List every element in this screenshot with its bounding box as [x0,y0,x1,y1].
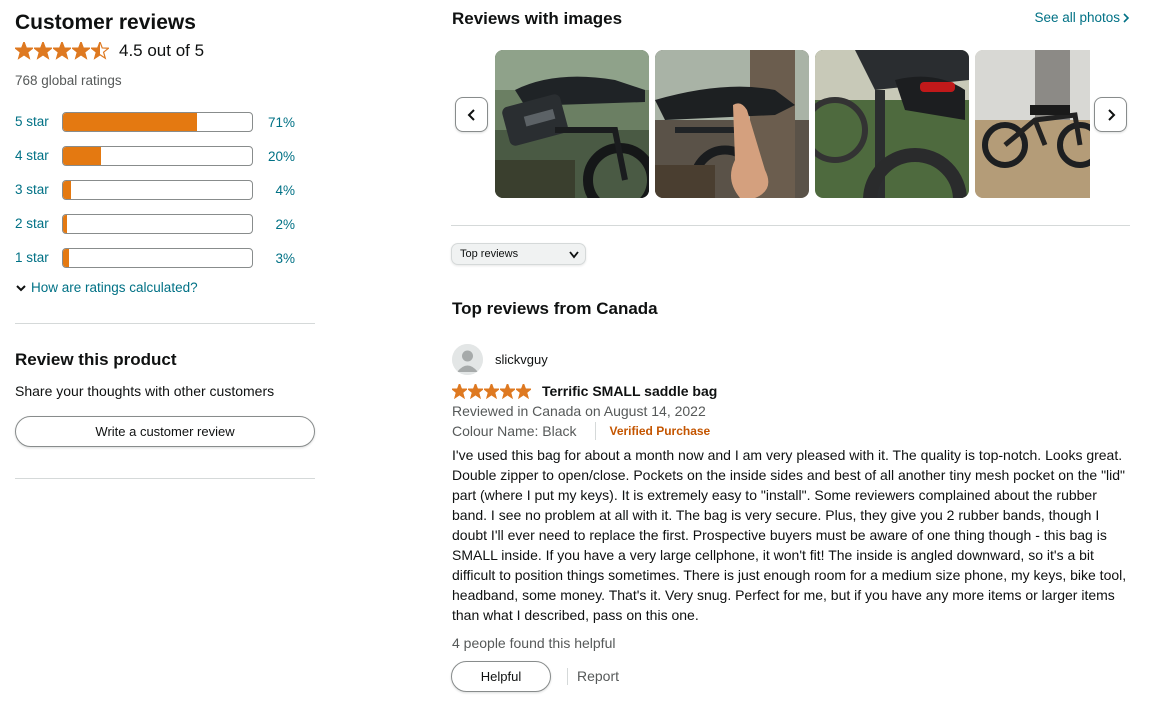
histogram-bar-fill [63,113,198,131]
review-images-carousel [495,50,1090,198]
histogram-bar-fill [63,181,71,199]
chevron-right-icon [1107,108,1115,121]
review-photo [815,50,969,198]
review-image-thumbnail[interactable] [975,50,1090,198]
review-image-thumbnail[interactable] [495,50,649,198]
histogram-percent[interactable]: 71% [253,115,295,130]
chevron-right-small-icon [1123,13,1130,23]
histogram-bar[interactable] [62,248,253,268]
histogram-star-label[interactable]: 4 star [15,144,62,168]
helpful-count: 4 people found this helpful [452,635,616,651]
reviewer-profile[interactable]: slickvguy [452,344,548,375]
sort-reviews-dropdown[interactable]: Top reviews [451,243,586,265]
review-photo [655,50,809,198]
histogram-bar-fill [63,249,69,267]
carousel-next-button[interactable] [1094,97,1127,132]
star-full-icon [53,42,71,60]
avatar [452,344,483,375]
average-star-rating [15,42,110,60]
histogram-percent[interactable]: 2% [253,217,295,232]
histogram-row[interactable]: 5 star 71% [15,105,315,139]
histogram-bar[interactable] [62,146,253,166]
histogram-bar[interactable] [62,112,253,132]
chevron-down-icon [16,284,26,291]
verified-purchase-badge: Verified Purchase [594,422,710,440]
review-text: I've used this bag for about a month now… [452,447,1127,623]
review-image-thumbnail[interactable] [655,50,809,198]
histogram-bar[interactable] [62,214,253,234]
write-review-button[interactable]: Write a customer review [15,416,315,447]
histogram-percent[interactable]: 4% [253,183,295,198]
histogram-bar-fill [63,147,101,165]
histogram-percent[interactable]: 20% [253,149,295,164]
star-full-icon [484,383,499,399]
histogram-row[interactable]: 3 star 4% [15,173,315,207]
review-date: Reviewed in Canada on August 14, 2022 [452,403,706,419]
histogram-row[interactable]: 2 star 2% [15,207,315,241]
average-rating[interactable]: 4.5 out of 5 [15,39,204,63]
star-half-icon [91,42,109,60]
histogram-percent[interactable]: 3% [253,251,295,266]
average-rating-text: 4.5 out of 5 [119,41,205,60]
star-full-icon [500,383,515,399]
see-all-photos-link[interactable]: See all photos [1034,8,1130,28]
customer-reviews-heading: Customer reviews [15,11,196,34]
histogram-bar-fill [63,215,67,233]
histogram-star-label[interactable]: 5 star [15,110,62,134]
sort-selected-value: Top reviews [460,248,519,260]
chevron-left-icon [467,108,475,121]
report-link[interactable]: Report [577,668,619,685]
histogram-star-label[interactable]: 3 star [15,178,62,202]
review-meta: Colour Name: Black Verified Purchase [452,422,710,440]
review-photo [495,50,649,198]
star-full-icon [516,383,531,399]
review-heading[interactable]: Terrific SMALL saddle bag [452,381,717,401]
user-silhouette-icon [452,344,483,375]
star-full-icon [15,42,33,60]
histogram-row[interactable]: 1 star 3% [15,241,315,275]
review-image-thumbnail[interactable] [815,50,969,198]
star-full-icon [34,42,52,60]
divider [451,225,1130,226]
divider [15,323,315,324]
colour-name: Colour Name: Black [452,423,577,439]
carousel-prev-button[interactable] [455,97,488,132]
divider [567,668,568,685]
top-reviews-heading: Top reviews from Canada [452,299,658,318]
review-photo [975,50,1090,198]
helpful-button[interactable]: Helpful [451,661,551,692]
histogram-star-label[interactable]: 2 star [15,212,62,236]
star-full-icon [72,42,90,60]
reviewer-name: slickvguy [495,351,548,367]
review-this-product-heading: Review this product [15,350,177,369]
rating-histogram: 5 star 71% 4 star 20% 3 star 4% 2 star 2% 1 star… [15,105,315,275]
chevron-down-icon [569,251,579,259]
review-title: Terrific SMALL saddle bag [542,383,718,399]
how-ratings-calculated-link[interactable]: How are ratings calculated? [15,280,198,295]
share-thoughts-text: Share your thoughts with other customers [15,383,275,399]
star-full-icon [452,383,467,399]
review-star-rating [452,383,532,399]
histogram-row[interactable]: 4 star 20% [15,139,315,173]
divider [15,478,315,479]
see-all-photos-text: See all photos [1034,10,1120,25]
histogram-bar[interactable] [62,180,253,200]
global-ratings-count: 768 global ratings [15,73,122,88]
histogram-star-label[interactable]: 1 star [15,246,62,270]
how-ratings-calculated-text: How are ratings calculated? [31,280,198,295]
reviews-with-images-heading: Reviews with images [452,9,623,28]
star-full-icon [468,383,483,399]
